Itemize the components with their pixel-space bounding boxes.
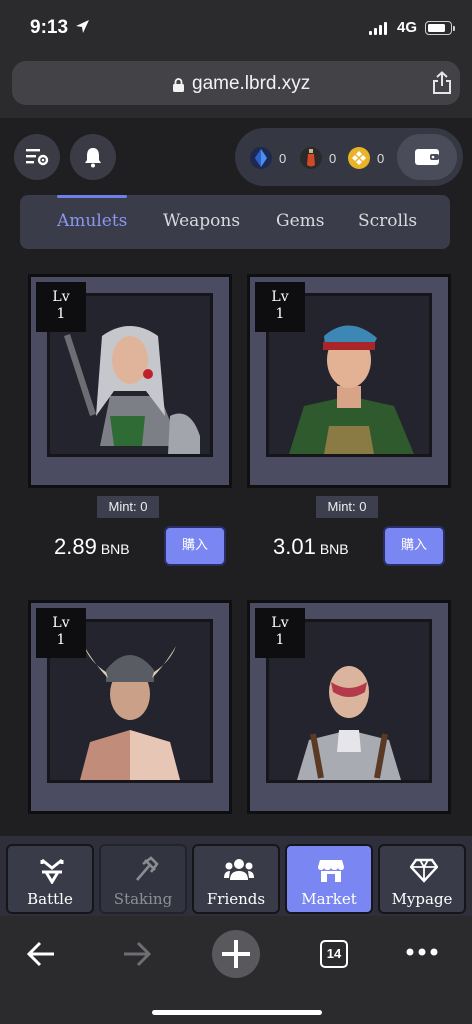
new-tab-button[interactable] [212, 930, 260, 978]
tab-weapons[interactable]: Weapons [163, 211, 240, 231]
card-frame: Lv 1 [28, 600, 232, 814]
home-indicator [152, 1010, 322, 1015]
staking-icon [136, 856, 159, 881]
lock-icon [173, 78, 184, 92]
browser-address-bar: game.lbrd.xyz [0, 58, 472, 118]
forward-arrow-icon[interactable] [122, 940, 152, 968]
bnb-coin-icon [348, 147, 370, 169]
price-value: 2.89 [54, 534, 97, 559]
nav-market[interactable]: Market [285, 844, 373, 914]
balance-potion: 0 [299, 146, 336, 170]
battle-icon [40, 858, 64, 884]
app-header: 0 0 0 [0, 118, 472, 198]
price-unit: BNB [100, 541, 130, 557]
card-frame: Lv 1 [247, 600, 451, 814]
share-icon[interactable] [432, 71, 452, 95]
level-badge: Lv 1 [36, 282, 86, 332]
settings-list-icon [26, 149, 49, 166]
status-bar: 9:13 4G [0, 0, 472, 58]
bell-icon [85, 148, 101, 168]
url-field[interactable]: game.lbrd.xyz [12, 61, 460, 105]
bottom-nav: Battle Staking Friends Market Mypage [0, 836, 472, 916]
wallet-icon [415, 149, 439, 165]
url-text: game.lbrd.xyz [192, 73, 311, 94]
friends-icon [224, 859, 254, 880]
market-icon [318, 860, 344, 882]
notification-button[interactable] [70, 134, 116, 180]
price: 3.01 BNB [273, 534, 349, 560]
level-badge: Lv 1 [255, 282, 305, 332]
location-arrow-icon [76, 20, 89, 33]
price-value: 3.01 [273, 534, 316, 559]
balance-bar: 0 0 0 [235, 128, 463, 186]
tab-gems[interactable]: Gems [276, 211, 325, 231]
nav-friends[interactable]: Friends [192, 844, 280, 914]
balance-bnb: 0 [347, 146, 384, 170]
network-type: 4G [397, 19, 418, 36]
mint-count: Mint: 0 [97, 496, 159, 518]
buy-button[interactable]: 購入 [164, 526, 226, 566]
battery-icon [425, 21, 455, 35]
tab-switcher-button[interactable]: 14 [320, 940, 348, 968]
diamond-icon [410, 858, 438, 883]
mint-count: Mint: 0 [316, 496, 378, 518]
buy-button[interactable]: 購入 [383, 526, 445, 566]
wallet-button[interactable] [397, 134, 457, 180]
price-unit: BNB [319, 541, 349, 557]
more-icon[interactable] [404, 946, 440, 958]
nav-battle[interactable]: Battle [6, 844, 94, 914]
settings-button[interactable] [14, 134, 60, 180]
tab-scrolls[interactable]: Scrolls [358, 211, 417, 231]
back-arrow-icon[interactable] [26, 940, 56, 968]
browser-toolbar: 14 [0, 916, 472, 1024]
potion-icon [300, 147, 322, 169]
card-frame: Lv 1 [247, 274, 451, 488]
category-tabs: Amulets Weapons Gems Scrolls [20, 195, 450, 249]
crystal-icon [250, 147, 272, 169]
price: 2.89 BNB [54, 534, 130, 560]
level-badge: Lv 1 [255, 608, 305, 658]
signal-icon [369, 22, 387, 35]
nav-mypage[interactable]: Mypage [378, 844, 466, 914]
balance-crystal: 0 [249, 146, 286, 170]
active-tab-indicator [57, 195, 127, 198]
level-badge: Lv 1 [36, 608, 86, 658]
card-frame: Lv 1 [28, 274, 232, 488]
status-time: 9:13 [30, 17, 69, 38]
tab-amulets[interactable]: Amulets [57, 211, 127, 231]
plus-icon [222, 940, 250, 968]
nav-staking[interactable]: Staking [99, 844, 187, 914]
